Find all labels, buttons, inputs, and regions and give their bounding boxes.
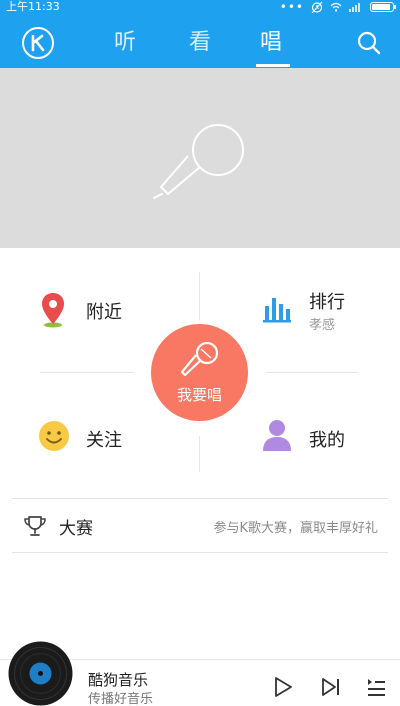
- bar-chart-icon: [263, 298, 291, 323]
- status-icons: •••: [279, 0, 396, 14]
- tab-watch[interactable]: 看: [189, 28, 211, 58]
- follow-label: 关注: [86, 430, 122, 451]
- contest-desc: 参与K歌大赛，赢取丰厚好礼: [213, 521, 378, 536]
- sing-label: 我要唱: [176, 386, 222, 404]
- player-subtitle: 传播好音乐: [88, 692, 154, 706]
- battery-level: [372, 4, 390, 10]
- battery-icon: [370, 2, 396, 12]
- ranking-region: 孝感: [309, 318, 336, 333]
- active-tab-indicator: [256, 64, 290, 67]
- search-button[interactable]: [356, 30, 382, 56]
- next-icon[interactable]: [321, 676, 341, 698]
- mine-button[interactable]: 我的: [250, 414, 380, 458]
- banner[interactable]: [0, 68, 400, 248]
- search-icon: [357, 31, 381, 55]
- play-icon[interactable]: [272, 676, 294, 698]
- follow-button[interactable]: 关注: [30, 414, 180, 458]
- contest-row[interactable]: 大赛 参与K歌大赛，赢取丰厚好礼: [12, 498, 388, 553]
- k-logo-icon[interactable]: [22, 27, 54, 59]
- playlist-icon[interactable]: [366, 676, 386, 698]
- nearby-label: 附近: [86, 302, 122, 323]
- tab-sing[interactable]: 唱: [260, 28, 282, 58]
- divider: [266, 372, 358, 373]
- app-header: 上午11:33 ••• 听 看 唱: [0, 0, 400, 68]
- location-pin-icon: [42, 293, 64, 328]
- microphone-icon: [180, 341, 219, 377]
- alarm-icon: [311, 1, 323, 13]
- divider: [199, 436, 200, 472]
- status-time: 上午11:33: [6, 0, 60, 13]
- wifi-icon: [330, 2, 342, 12]
- signal-icon: [349, 3, 360, 12]
- trophy-icon: [24, 516, 46, 536]
- smiley-icon: [39, 421, 69, 451]
- ranking-label: 排行: [309, 292, 345, 313]
- notification-dots-icon: •••: [279, 0, 304, 14]
- tab-listen[interactable]: 听: [114, 28, 136, 58]
- microphone-icon: [153, 124, 244, 199]
- mine-label: 我的: [309, 430, 345, 451]
- nearby-button[interactable]: 附近: [30, 286, 180, 330]
- person-icon: [263, 420, 291, 451]
- contest-title: 大赛: [59, 519, 93, 539]
- status-bar: 上午11:33 •••: [0, 0, 400, 14]
- sing-button[interactable]: 我要唱: [151, 324, 248, 421]
- ranking-button[interactable]: 排行 孝感: [250, 284, 380, 336]
- divider: [40, 372, 134, 373]
- album-disc-icon[interactable]: [8, 641, 73, 706]
- player-song-title: 酷狗音乐: [88, 671, 149, 689]
- action-grid: 附近 排行 孝感 关注 我的 我要唱: [0, 248, 400, 498]
